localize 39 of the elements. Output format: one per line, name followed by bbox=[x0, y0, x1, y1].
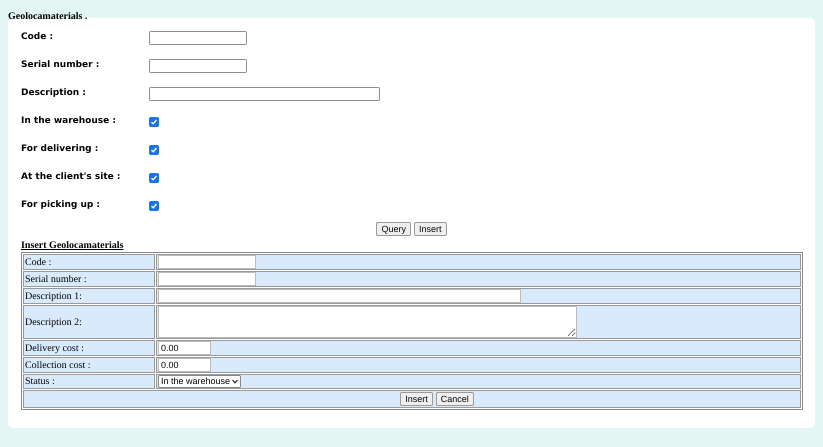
form-button[interactable]: Cancel bbox=[436, 392, 474, 406]
page-title: Geolocamaterials . bbox=[8, 11, 88, 22]
check-icon bbox=[150, 174, 158, 182]
form-button[interactable]: Query bbox=[376, 222, 411, 236]
form-button[interactable]: Insert bbox=[414, 222, 447, 236]
text-field[interactable] bbox=[149, 31, 247, 45]
table-cell: Status : bbox=[23, 374, 155, 389]
text-field[interactable] bbox=[149, 87, 380, 101]
number-field[interactable]: 0.00 bbox=[158, 358, 211, 372]
text-area[interactable] bbox=[158, 306, 577, 338]
field-label: For picking up : bbox=[21, 199, 102, 212]
field-label: For delivering : bbox=[21, 143, 100, 156]
table-cell: Description 1: bbox=[23, 288, 155, 304]
text-field[interactable] bbox=[149, 59, 247, 73]
field-label: In the warehouse : bbox=[21, 115, 117, 128]
checkbox[interactable] bbox=[149, 117, 159, 127]
status-dropdown[interactable]: In the warehouse bbox=[158, 375, 242, 388]
field-label: At the client's site : bbox=[21, 171, 122, 184]
text-field[interactable] bbox=[158, 289, 521, 303]
checkbox[interactable] bbox=[149, 173, 159, 183]
checkbox[interactable] bbox=[149, 201, 159, 211]
text-field[interactable] bbox=[158, 255, 256, 269]
number-field[interactable]: 0.00 bbox=[158, 341, 211, 355]
table-cell: Code : bbox=[23, 254, 155, 270]
field-label: Code : bbox=[21, 31, 54, 44]
field-label: Description : bbox=[21, 87, 87, 100]
form-button[interactable]: Insert bbox=[400, 392, 433, 406]
check-icon bbox=[150, 118, 158, 126]
section-heading: Insert Geolocamaterials bbox=[21, 240, 124, 252]
check-icon bbox=[150, 146, 158, 154]
field-label: Serial number : bbox=[21, 59, 100, 72]
table-cell: Collection cost : bbox=[23, 357, 155, 373]
checkbox[interactable] bbox=[149, 145, 159, 155]
table-cell: Delivery cost : bbox=[23, 340, 155, 356]
text-field[interactable] bbox=[158, 272, 256, 286]
check-icon bbox=[150, 202, 158, 210]
table-cell: Description 2: bbox=[23, 305, 155, 339]
chevron-down-icon bbox=[232, 379, 238, 384]
table-cell: Serial number : bbox=[23, 271, 155, 287]
